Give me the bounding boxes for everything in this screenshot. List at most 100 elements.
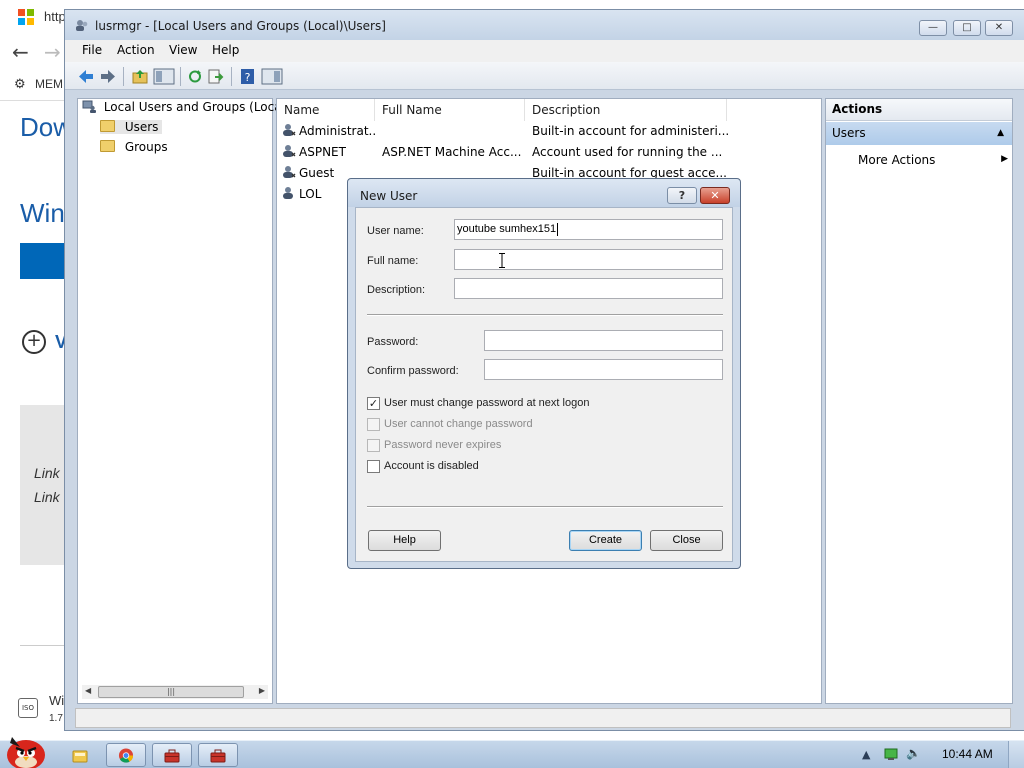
browser-bookmark[interactable]: ⚙ MEM — [14, 76, 63, 92]
plus-circle-icon[interactable]: + — [22, 330, 46, 354]
chrome-taskbar-button[interactable] — [106, 743, 146, 767]
scroll-left-icon[interactable]: ◀ — [85, 686, 91, 695]
user-icon — [283, 124, 296, 136]
text-cursor-icon — [499, 253, 505, 268]
close-button[interactable]: Close — [650, 530, 723, 551]
password-never-expires-checkbox: Password never expires — [367, 437, 501, 453]
toolbox-icon — [164, 749, 180, 763]
account-disabled-checkbox[interactable]: Account is disabled — [367, 458, 479, 474]
table-row[interactable]: Administrat... Built-in account for admi… — [277, 121, 817, 142]
toolbox-taskbar-button[interactable] — [198, 743, 238, 767]
download-size: 1.7 — [49, 713, 63, 724]
scrollbar-thumb[interactable]: ||| — [98, 686, 244, 698]
tree-root[interactable]: Local Users and Groups (Loca — [82, 100, 282, 114]
user-name-cell: ASPNET — [282, 142, 376, 163]
checkbox-icon[interactable] — [367, 459, 380, 473]
tree-item-users[interactable]: Users — [100, 120, 163, 134]
browser-tab[interactable]: http — [0, 0, 66, 34]
close-button[interactable]: ✕ — [985, 20, 1013, 36]
folder-icon — [100, 140, 115, 152]
browser-forward-icon[interactable]: → — [44, 40, 61, 64]
actions-group-users[interactable]: Users ▲ — [826, 122, 1012, 145]
user-icon — [283, 166, 296, 178]
browser-back-icon[interactable]: ← — [12, 40, 29, 64]
up-folder-icon[interactable] — [131, 68, 149, 85]
cannot-change-password-checkbox: User cannot change password — [367, 416, 533, 432]
menu-help[interactable]: Help — [212, 43, 239, 57]
volume-icon[interactable]: 🔈 — [906, 746, 921, 760]
checkbox-label: User cannot change password — [384, 418, 533, 430]
submenu-arrow-icon: ▶ — [1001, 154, 1008, 164]
help-button[interactable]: Help — [368, 530, 441, 551]
forward-icon[interactable] — [99, 68, 117, 85]
more-actions-label: More Actions — [858, 153, 936, 167]
tree-item-label: Users — [124, 120, 159, 134]
clock[interactable]: 10:44 AM — [942, 747, 993, 761]
gear-icon: ⚙ — [14, 76, 26, 91]
maximize-button[interactable]: □ — [953, 20, 981, 36]
help-icon[interactable]: ? — [239, 68, 257, 85]
new-user-dialog: New User ? ✕ User name: youtube sumhex15… — [347, 178, 741, 569]
confirm-password-field[interactable] — [484, 359, 723, 380]
menu-bar: File Action View Help — [65, 40, 1024, 62]
show-hidden-icons-icon[interactable]: ▲ — [862, 748, 870, 761]
window-titlebar[interactable]: lusrmgr - [Local Users and Groups (Local… — [65, 10, 1024, 40]
description-field[interactable] — [454, 278, 723, 299]
download-button[interactable] — [20, 243, 66, 279]
dialog-body: User name: youtube sumhex151 Full name: … — [355, 207, 733, 562]
divider — [367, 506, 723, 508]
show-hide-tree-icon[interactable] — [153, 68, 175, 85]
scroll-right-icon[interactable]: ▶ — [259, 686, 265, 695]
password-label: Password: — [367, 336, 419, 348]
tree-item-groups[interactable]: Groups — [100, 140, 168, 154]
show-desktop-button[interactable] — [1008, 741, 1024, 768]
iso-file-icon: ISO — [18, 698, 38, 718]
browser-tab-text: http — [44, 9, 66, 24]
checkbox-label: User must change password at next logon — [384, 397, 590, 409]
start-button-bird-icon[interactable] — [2, 731, 50, 768]
create-button[interactable]: Create — [569, 530, 642, 551]
dialog-close-button[interactable]: ✕ — [700, 187, 730, 204]
show-hide-action-pane-icon[interactable] — [261, 68, 283, 85]
password-field[interactable] — [484, 330, 723, 351]
horizontal-scrollbar[interactable]: ◀ ||| ▶ — [82, 685, 268, 699]
dialog-titlebar[interactable]: New User ? ✕ — [348, 179, 740, 207]
dialog-help-button[interactable]: ? — [667, 187, 697, 204]
explorer-taskbar-button[interactable] — [60, 743, 100, 767]
menu-file[interactable]: File — [82, 43, 102, 57]
back-icon[interactable] — [77, 68, 95, 85]
user-icon — [283, 145, 296, 157]
column-header-name[interactable]: Name — [277, 99, 375, 121]
tree-item-label: Groups — [124, 140, 168, 154]
info-link[interactable]: Link — [34, 465, 60, 481]
checkbox-icon — [367, 438, 380, 452]
actions-header: Actions — [826, 99, 1012, 121]
status-bar — [75, 708, 1011, 728]
column-header-full-name[interactable]: Full Name — [375, 99, 525, 121]
column-header-description[interactable]: Description — [525, 99, 727, 121]
table-row[interactable]: ASPNET ASP.NET Machine Acc... Account us… — [277, 142, 817, 163]
download-filename[interactable]: Wi — [49, 693, 64, 708]
must-change-password-checkbox[interactable]: ✓ User must change password at next logo… — [367, 395, 589, 411]
collapse-icon[interactable]: ▲ — [997, 122, 1004, 144]
explorer-icon — [72, 750, 88, 763]
user-name-field[interactable]: youtube sumhex151 — [454, 219, 723, 240]
menu-action[interactable]: Action — [117, 43, 155, 57]
description-label: Description: — [367, 284, 426, 296]
minimize-button[interactable]: — — [919, 20, 947, 36]
checkbox-checked-icon[interactable]: ✓ — [367, 396, 380, 410]
more-actions-item[interactable]: More Actions ▶ — [858, 153, 1008, 167]
checkbox-label: Password never expires — [384, 439, 502, 451]
toolbox-taskbar-button[interactable] — [152, 743, 192, 767]
info-link[interactable]: Link — [34, 489, 60, 505]
refresh-icon[interactable] — [186, 68, 204, 85]
user-name-label: User name: — [367, 225, 424, 237]
menu-view[interactable]: View — [169, 43, 197, 57]
console-tree: Local Users and Groups (Loca Users Group… — [77, 98, 282, 704]
network-icon[interactable] — [884, 748, 898, 761]
toolbox-icon — [210, 749, 226, 763]
user-name-value: youtube sumhex151 — [457, 223, 557, 235]
full-name-field[interactable] — [454, 249, 723, 270]
export-list-icon[interactable] — [207, 68, 225, 85]
user-name: Administrat... — [299, 124, 376, 138]
